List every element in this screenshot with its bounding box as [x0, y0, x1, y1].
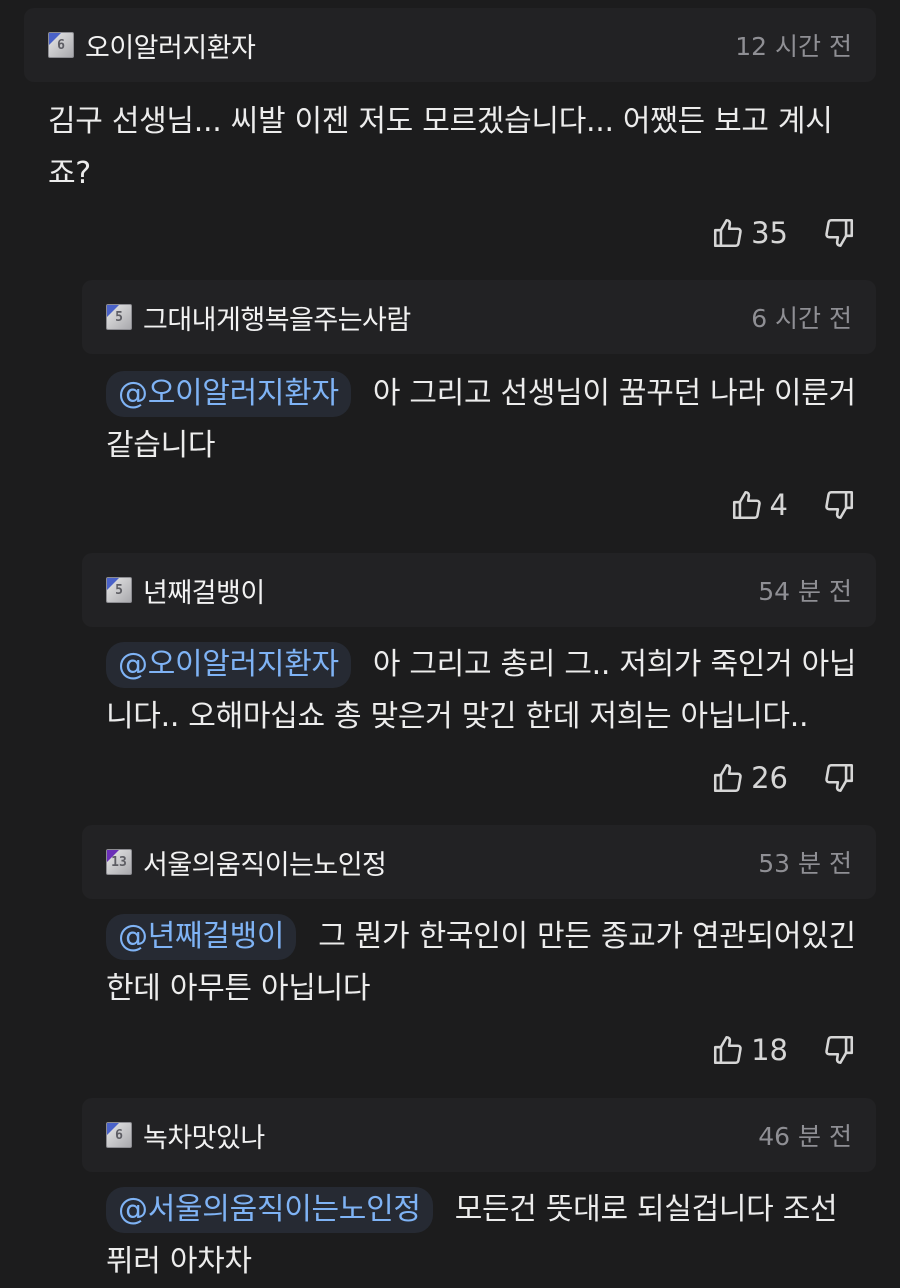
- thumbs-up-icon[interactable]: [711, 1033, 745, 1067]
- thumbs-down-icon[interactable]: [822, 1033, 856, 1067]
- mention-link[interactable]: @오이알러지환자: [106, 642, 351, 688]
- comment-header: 6 녹차맛있나 46 분 전: [82, 1098, 876, 1172]
- author-name[interactable]: 년째걸뱅이: [143, 571, 265, 610]
- comment-text-line: 김구 선생님... 씨발 이젠 저도 모르겠습니다... 어쨌든 보고 계시: [48, 104, 833, 139]
- comment-body: @오이알러지환자 아 그리고 선생님이 꿈꾸던 나라 이룬거 같습니다: [106, 368, 886, 472]
- comment-header: 5 그대내게행복을주는사람 6 시간 전: [82, 280, 876, 354]
- level-badge-icon: 6: [48, 32, 74, 58]
- author-name[interactable]: 녹차맛있나: [143, 1116, 265, 1155]
- like-count: 18: [751, 1033, 788, 1067]
- timestamp: 53 분 전: [758, 849, 852, 878]
- comment-text-line: 니다.. 오해마십쇼 총 맞은거 맞긴 한데 저희는 아닙니다..: [106, 699, 809, 734]
- comment-body: 김구 선생님... 씨발 이젠 저도 모르겠습니다... 어쨌든 보고 계시 죠…: [48, 96, 858, 200]
- comment-text-line: 아 그리고 총리 그.. 저희가 죽인거 아닙: [372, 647, 857, 682]
- level-badge-icon: 13: [106, 849, 132, 875]
- vote-bar: 26: [711, 761, 854, 795]
- thumbs-down-icon[interactable]: [822, 216, 856, 250]
- like-count: 35: [751, 216, 788, 250]
- comment-header: 5 년째걸뱅이 54 분 전: [82, 553, 876, 627]
- timestamp: 54 분 전: [758, 577, 852, 606]
- comment-header: 13 서울의움직이는노인정 53 분 전: [82, 825, 876, 899]
- level-number: 6: [57, 37, 65, 53]
- like-count: 4: [769, 488, 788, 522]
- thumbs-up-icon[interactable]: [730, 488, 764, 522]
- comment-header: 6 오이알러지환자 12 시간 전: [24, 8, 876, 82]
- comment-body: @서울의움직이는노인정 모든건 뜻대로 되실겁니다 조선 퓌러 아차차: [106, 1184, 886, 1288]
- vote-bar: 18: [711, 1033, 854, 1067]
- thumbs-down-icon[interactable]: [822, 488, 856, 522]
- mention-link[interactable]: @년째걸뱅이: [106, 914, 297, 960]
- timestamp: 12 시간 전: [735, 32, 852, 61]
- level-badge-icon: 5: [106, 577, 132, 603]
- level-badge-icon: 6: [106, 1122, 132, 1148]
- thumbs-up-icon[interactable]: [711, 216, 745, 250]
- comment-body: @년째걸뱅이 그 뭔가 한국인이 만든 종교가 연관되어있긴 한데 아무튼 아닙니…: [106, 911, 886, 1015]
- mention-link[interactable]: @서울의움직이는노인정: [106, 1187, 433, 1233]
- timestamp: 46 분 전: [758, 1122, 852, 1151]
- comment-text-line: 한데 아무튼 아닙니다: [106, 971, 371, 1006]
- comment-text-line: 아 그리고 선생님이 꿈꾸던 나라 이룬거: [372, 376, 856, 411]
- level-number: 6: [115, 1127, 123, 1143]
- comment-text-line: 모든건 뜻대로 되실겁니다 조선: [454, 1192, 838, 1227]
- comment-text-line: 같습니다: [106, 428, 216, 463]
- vote-bar: 35: [711, 216, 854, 250]
- like-count: 26: [751, 761, 788, 795]
- level-badge-icon: 5: [106, 304, 132, 330]
- thumbs-down-icon[interactable]: [822, 761, 856, 795]
- comment-text-line: 퓌러 아차차: [106, 1244, 252, 1279]
- timestamp: 6 시간 전: [751, 304, 852, 333]
- comment-text-line: 그 뭔가 한국인이 만든 종교가 연관되어있긴: [318, 919, 856, 954]
- comment-body: @오이알러지환자 아 그리고 총리 그.. 저희가 죽인거 아닙 니다.. 오해마…: [106, 639, 886, 743]
- level-number: 5: [115, 309, 123, 325]
- author-name[interactable]: 서울의움직이는노인정: [143, 843, 387, 882]
- author-name[interactable]: 그대내게행복을주는사람: [143, 298, 411, 337]
- thumbs-up-icon[interactable]: [711, 761, 745, 795]
- author-name[interactable]: 오이알러지환자: [85, 26, 256, 65]
- level-number: 5: [115, 582, 123, 598]
- level-number: 13: [111, 854, 127, 870]
- mention-link[interactable]: @오이알러지환자: [106, 371, 351, 417]
- comment-text-line: 죠?: [48, 156, 91, 191]
- vote-bar: 4: [730, 488, 854, 522]
